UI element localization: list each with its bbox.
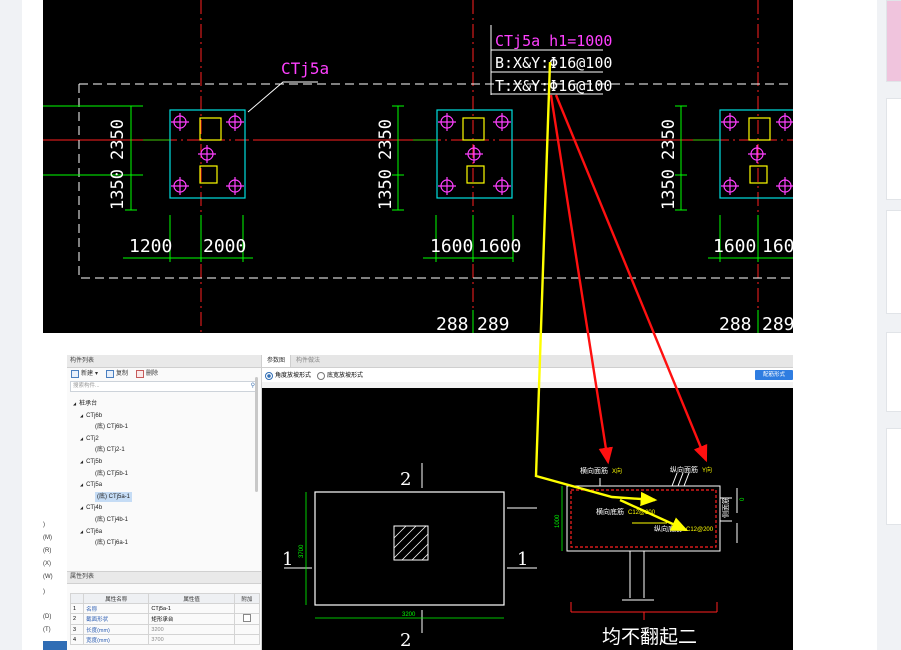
annotation-arrows [534,61,708,532]
side-card-2[interactable] [886,210,901,314]
side-card-4[interactable] [886,428,901,525]
side-card-3[interactable] [886,332,901,412]
side-card-1[interactable] [886,98,901,200]
side-thumbnail[interactable] [886,0,901,82]
